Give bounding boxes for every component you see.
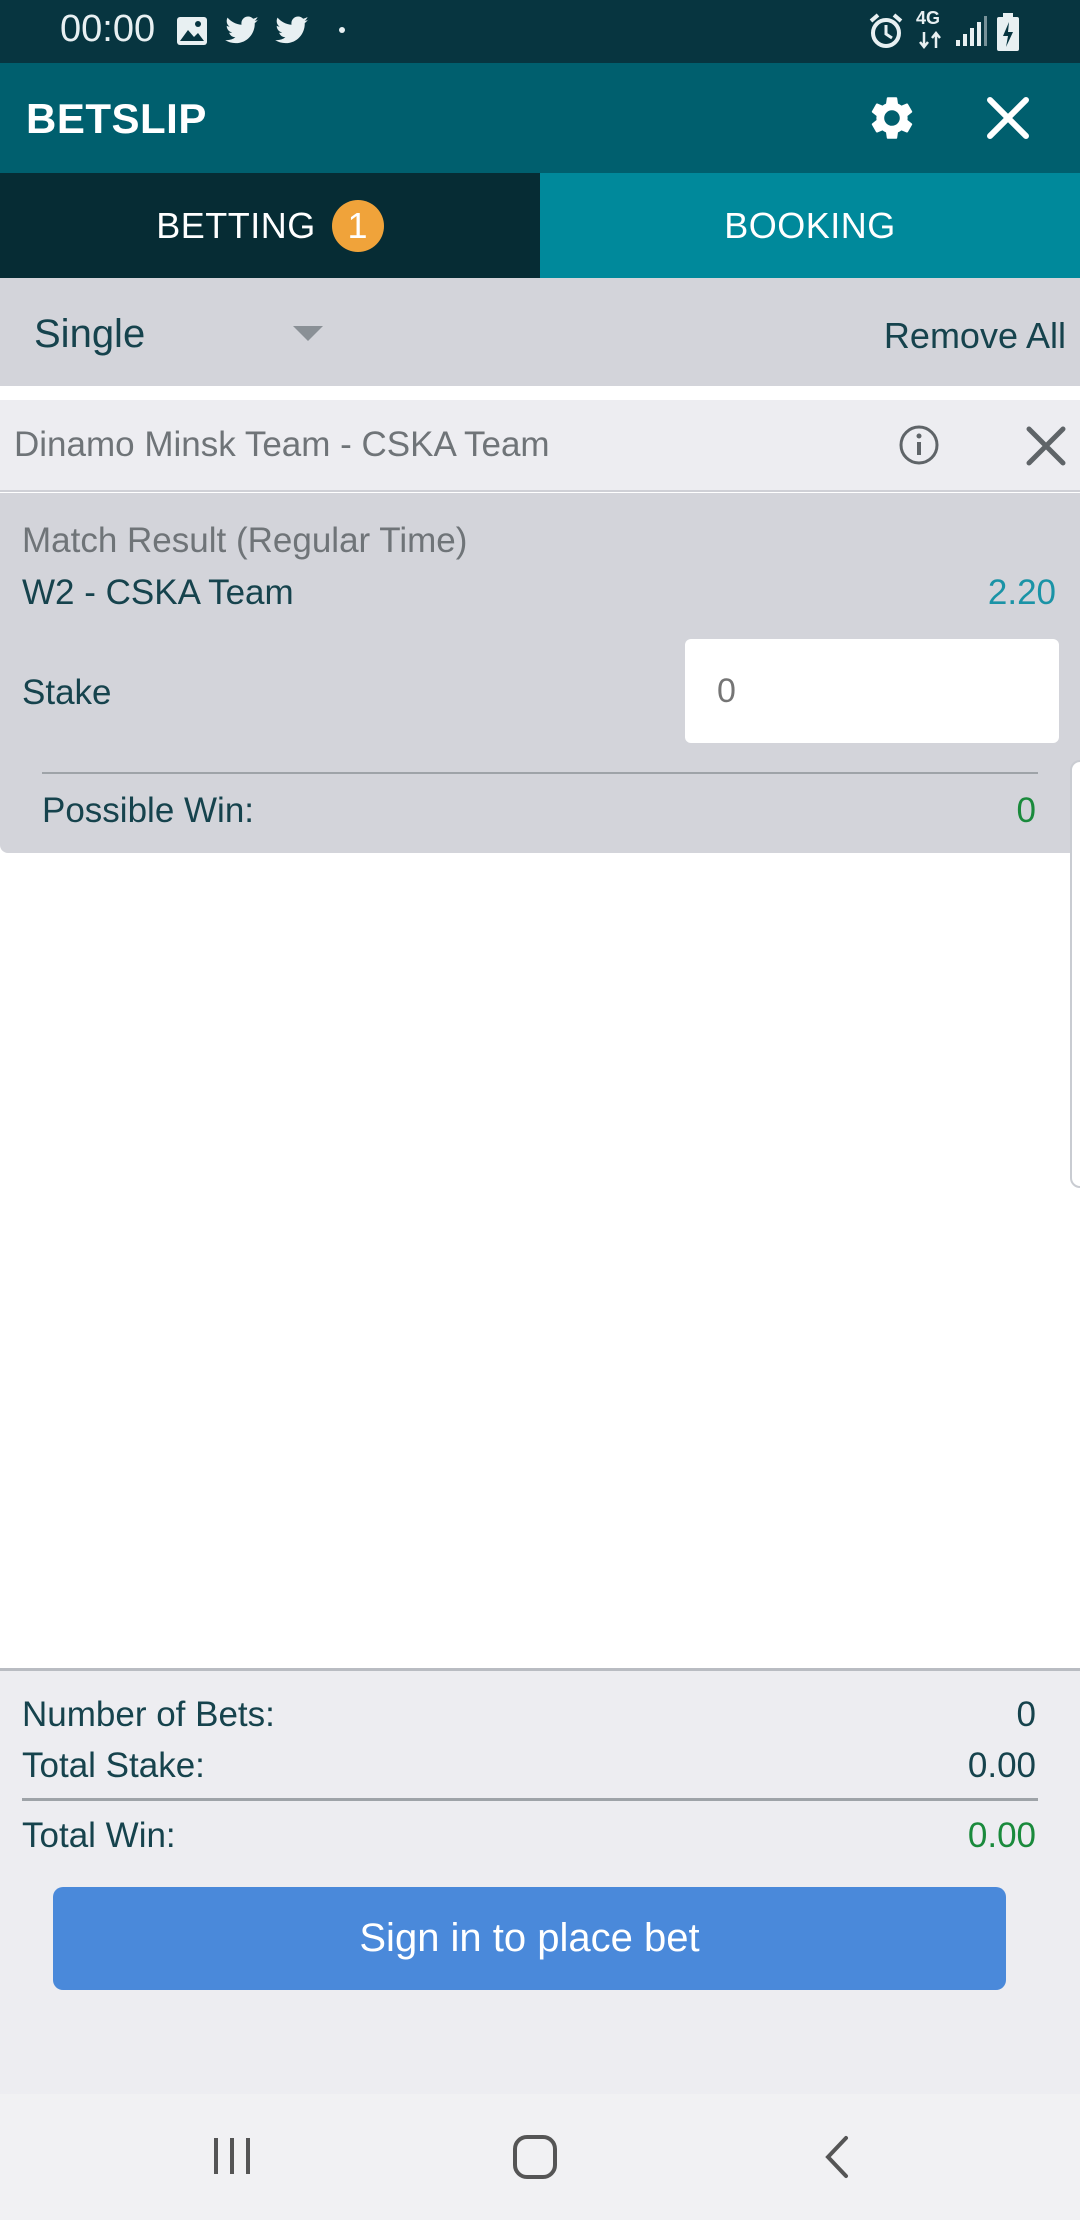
sign-in-button[interactable]: Sign in to place bet xyxy=(53,1887,1006,1990)
info-icon[interactable] xyxy=(898,424,940,466)
alarm-icon xyxy=(869,13,903,48)
selection-name: W2 - CSKA Team xyxy=(22,573,294,612)
possible-win-value: 0 xyxy=(1016,791,1036,830)
signal-icon xyxy=(956,16,987,46)
bet-type-bar: Single Remove All xyxy=(0,278,1080,386)
recent-apps-icon[interactable] xyxy=(210,2136,254,2176)
status-bar: 00:00 4G xyxy=(0,0,1080,63)
event-name: Dinamo Minsk Team - CSKA Team xyxy=(14,425,550,464)
bet-type-dropdown[interactable]: Single xyxy=(0,278,360,386)
bet-count-badge: 1 xyxy=(331,199,384,252)
gear-icon[interactable] xyxy=(866,92,918,144)
chevron-down-icon xyxy=(293,326,323,341)
remove-all-button[interactable]: Remove All xyxy=(884,315,1066,357)
market-name: Match Result (Regular Time) xyxy=(22,521,468,560)
home-icon[interactable] xyxy=(512,2134,558,2180)
total-stake-label: Total Stake: xyxy=(22,1746,205,1785)
twitter-icon xyxy=(275,16,309,44)
app-bar: BETSLIP xyxy=(0,63,1080,173)
scroll-edge xyxy=(1070,760,1080,1188)
remove-bet-icon[interactable] xyxy=(1026,426,1066,466)
possible-win-label: Possible Win: xyxy=(42,791,255,830)
system-nav-bar xyxy=(0,2094,1080,2220)
total-win-value: 0.00 xyxy=(967,1816,1036,1855)
twitter-icon xyxy=(225,16,259,44)
divider xyxy=(22,1798,1038,1801)
bet-summary: Number of Bets: 0 Total Stake: 0.00 Tota… xyxy=(0,1668,1080,2094)
image-icon xyxy=(177,17,207,45)
tab-booking-label: BOOKING xyxy=(724,204,896,246)
odds-value: 2.20 xyxy=(987,573,1056,612)
divider xyxy=(42,772,1038,774)
status-time: 00:00 xyxy=(60,8,156,50)
total-stake-value: 0.00 xyxy=(967,1746,1036,1785)
betslip-tabs: BETTING 1 BOOKING xyxy=(0,173,1080,278)
tab-booking[interactable]: BOOKING xyxy=(540,173,1080,278)
tab-betting[interactable]: BETTING 1 xyxy=(0,173,540,278)
network-label: 4G xyxy=(916,8,941,28)
stake-input[interactable] xyxy=(685,639,1059,743)
stake-label: Stake xyxy=(22,673,112,712)
tab-betting-label: BETTING xyxy=(156,204,316,246)
bet-type-selected: Single xyxy=(34,312,146,356)
battery-charging-icon xyxy=(997,13,1019,51)
dot-icon xyxy=(339,27,345,33)
page-title: BETSLIP xyxy=(26,95,207,142)
number-of-bets-label: Number of Bets: xyxy=(22,1695,275,1734)
4g-icon: 4G xyxy=(914,8,946,52)
back-icon[interactable] xyxy=(822,2134,852,2180)
total-win-label: Total Win: xyxy=(22,1816,176,1855)
number-of-bets-value: 0 xyxy=(1016,1695,1036,1734)
event-header: Dinamo Minsk Team - CSKA Team xyxy=(0,400,1080,492)
close-icon[interactable] xyxy=(986,96,1030,140)
bet-card: Match Result (Regular Time) W2 - CSKA Te… xyxy=(0,493,1080,853)
